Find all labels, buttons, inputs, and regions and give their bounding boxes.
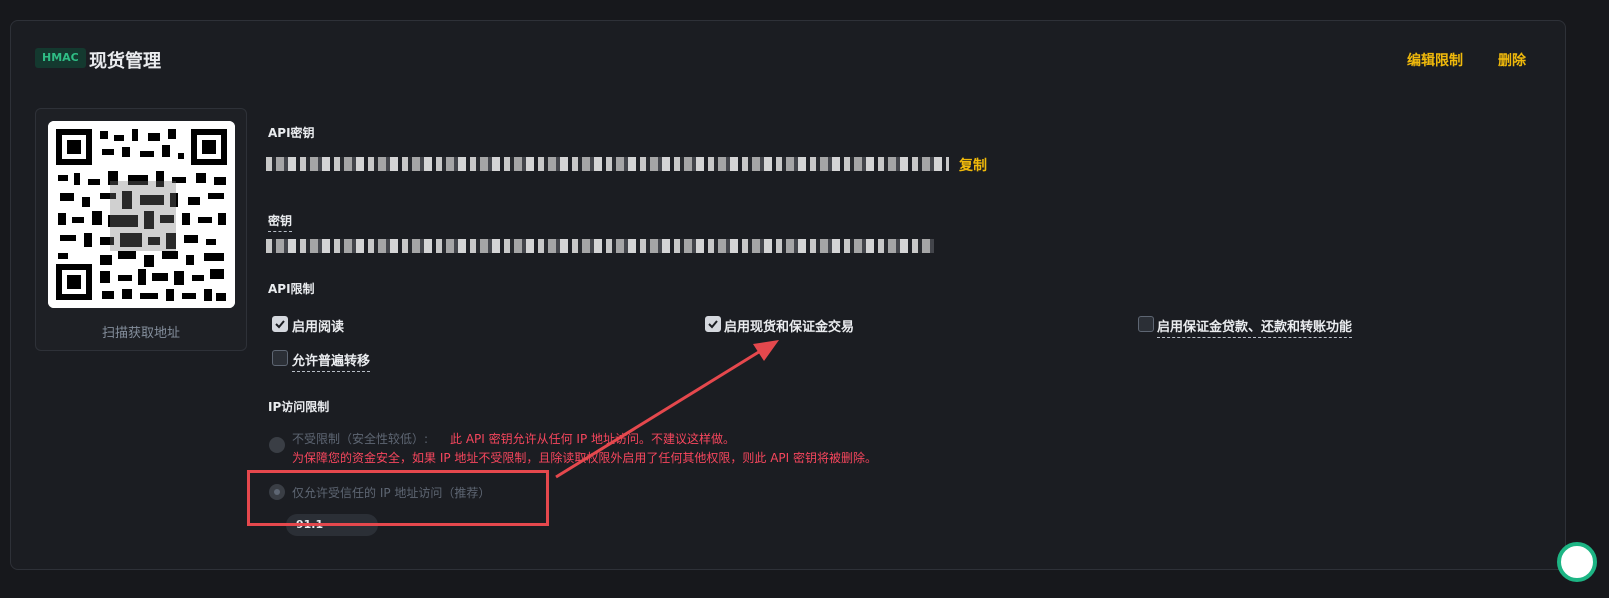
annotation-arrow-icon: [555, 340, 779, 479]
support-chat-icon[interactable]: [1557, 542, 1597, 582]
